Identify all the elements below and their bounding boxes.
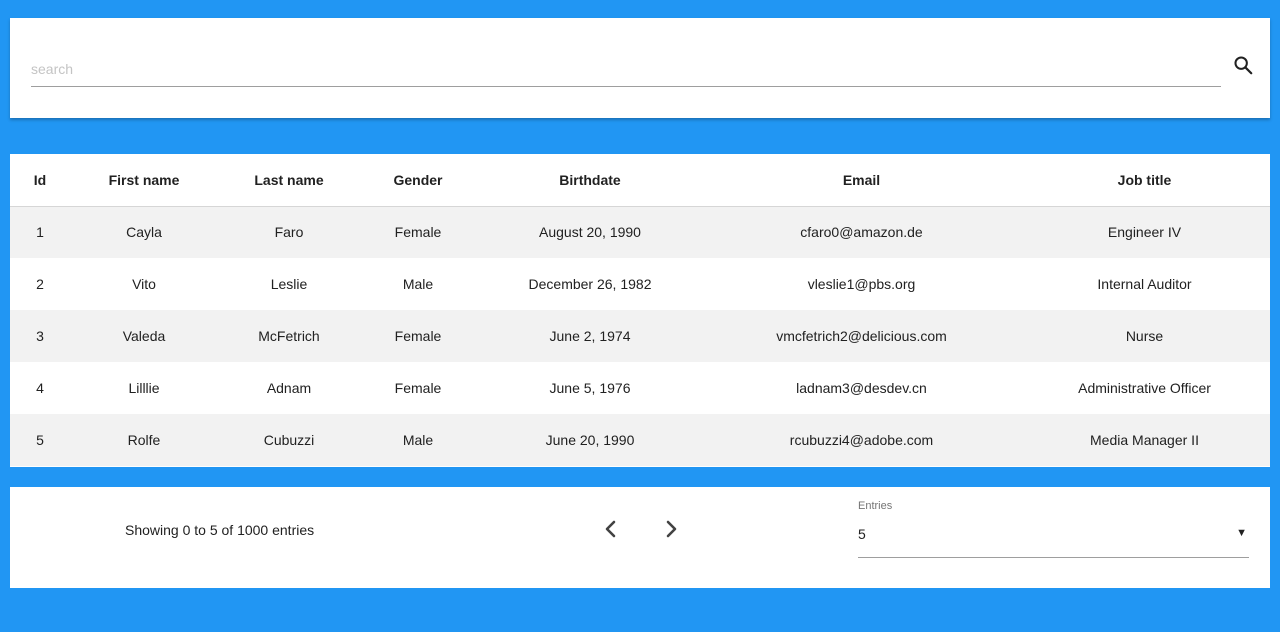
cell-first-name: Valeda <box>122 328 166 344</box>
column-header-first-name[interactable]: First name <box>70 154 218 207</box>
table-row[interactable]: 5 Rolfe Cubuzzi Male June 20, 1990 rcubu… <box>10 414 1270 466</box>
cell-birthdate: June 20, 1990 <box>545 432 635 448</box>
showing-entries-text: Showing 0 to 5 of 1000 entries <box>125 522 315 538</box>
cell-id: 3 <box>36 328 44 344</box>
cell-gender: Male <box>402 276 434 292</box>
column-header-gender[interactable]: Gender <box>360 154 476 207</box>
cell-id: 1 <box>36 224 44 241</box>
cell-job-title: Media Manager II <box>1090 432 1199 448</box>
cell-gender: Female <box>394 380 442 396</box>
cell-gender: Male <box>402 432 434 448</box>
data-table: Id First name Last name Gender Birthdate… <box>10 154 1270 466</box>
caret-down-icon: ▼ <box>1236 527 1247 539</box>
cell-id: 2 <box>36 276 44 292</box>
cell-gender: Female <box>394 328 442 344</box>
cell-job-title: Engineer IV <box>1107 224 1182 241</box>
cell-first-name: Vito <box>132 276 156 292</box>
cell-last-name: McFetrich <box>258 328 320 344</box>
search-panel <box>10 18 1270 118</box>
table-row[interactable]: 4 Lilllie Adnam Female June 5, 1976 ladn… <box>10 362 1270 414</box>
cell-id: 5 <box>36 432 44 448</box>
cell-last-name: Faro <box>274 224 304 241</box>
cell-email: ladnam3@desdev.cn <box>796 380 927 396</box>
search-icon[interactable] <box>1232 54 1254 76</box>
cell-first-name: Lilllie <box>128 380 160 396</box>
cell-email: rcubuzzi4@adobe.com <box>789 432 934 448</box>
table-row[interactable]: 2 Vito Leslie Male December 26, 1982 vle… <box>10 258 1270 310</box>
column-header-id[interactable]: Id <box>10 154 70 207</box>
cell-last-name: Adnam <box>266 380 312 396</box>
cell-job-title: Nurse <box>1125 328 1164 344</box>
cell-birthdate: June 5, 1976 <box>549 380 631 396</box>
entries-label: Entries <box>858 500 893 512</box>
cell-email: cfaro0@amazon.de <box>800 224 923 241</box>
cell-last-name: Leslie <box>270 276 308 292</box>
table-row[interactable]: 3 Valeda McFetrich Female June 2, 1974 v… <box>10 310 1270 362</box>
column-header-birthdate[interactable]: Birthdate <box>476 154 704 207</box>
cell-gender: Female <box>394 224 442 241</box>
data-table-panel: Id First name Last name Gender Birthdate… <box>10 154 1270 467</box>
cell-job-title: Administrative Officer <box>1078 380 1211 396</box>
pagination-panel: Showing 0 to 5 of 1000 entries Entries 5… <box>10 487 1270 588</box>
cell-id: 4 <box>36 380 44 396</box>
table-row[interactable]: 1 Cayla Faro Female August 20, 1990 cfar… <box>10 206 1270 258</box>
cell-first-name: Cayla <box>126 224 162 241</box>
cell-birthdate: August 20, 1990 <box>539 224 641 241</box>
entries-select[interactable]: Entries 5 ▼ <box>858 499 1249 558</box>
cell-first-name: Rolfe <box>127 432 161 448</box>
chevron-left-icon[interactable] <box>599 517 623 541</box>
cell-last-name: Cubuzzi <box>263 432 315 448</box>
cell-job-title: Internal Auditor <box>1097 276 1192 292</box>
cell-birthdate: December 26, 1982 <box>528 276 652 292</box>
table-header-row: Id First name Last name Gender Birthdate… <box>10 154 1270 207</box>
chevron-right-icon[interactable] <box>659 517 683 541</box>
entries-value: 5 <box>858 526 866 542</box>
cell-email: vmcfetrich2@delicious.com <box>776 328 947 344</box>
column-header-job-title[interactable]: Job title <box>1019 154 1270 207</box>
column-header-email[interactable]: Email <box>704 154 1019 207</box>
cell-email: vleslie1@pbs.org <box>807 276 916 292</box>
cell-birthdate: June 2, 1974 <box>549 328 631 344</box>
search-input[interactable] <box>31 52 1221 87</box>
column-header-last-name[interactable]: Last name <box>218 154 360 207</box>
